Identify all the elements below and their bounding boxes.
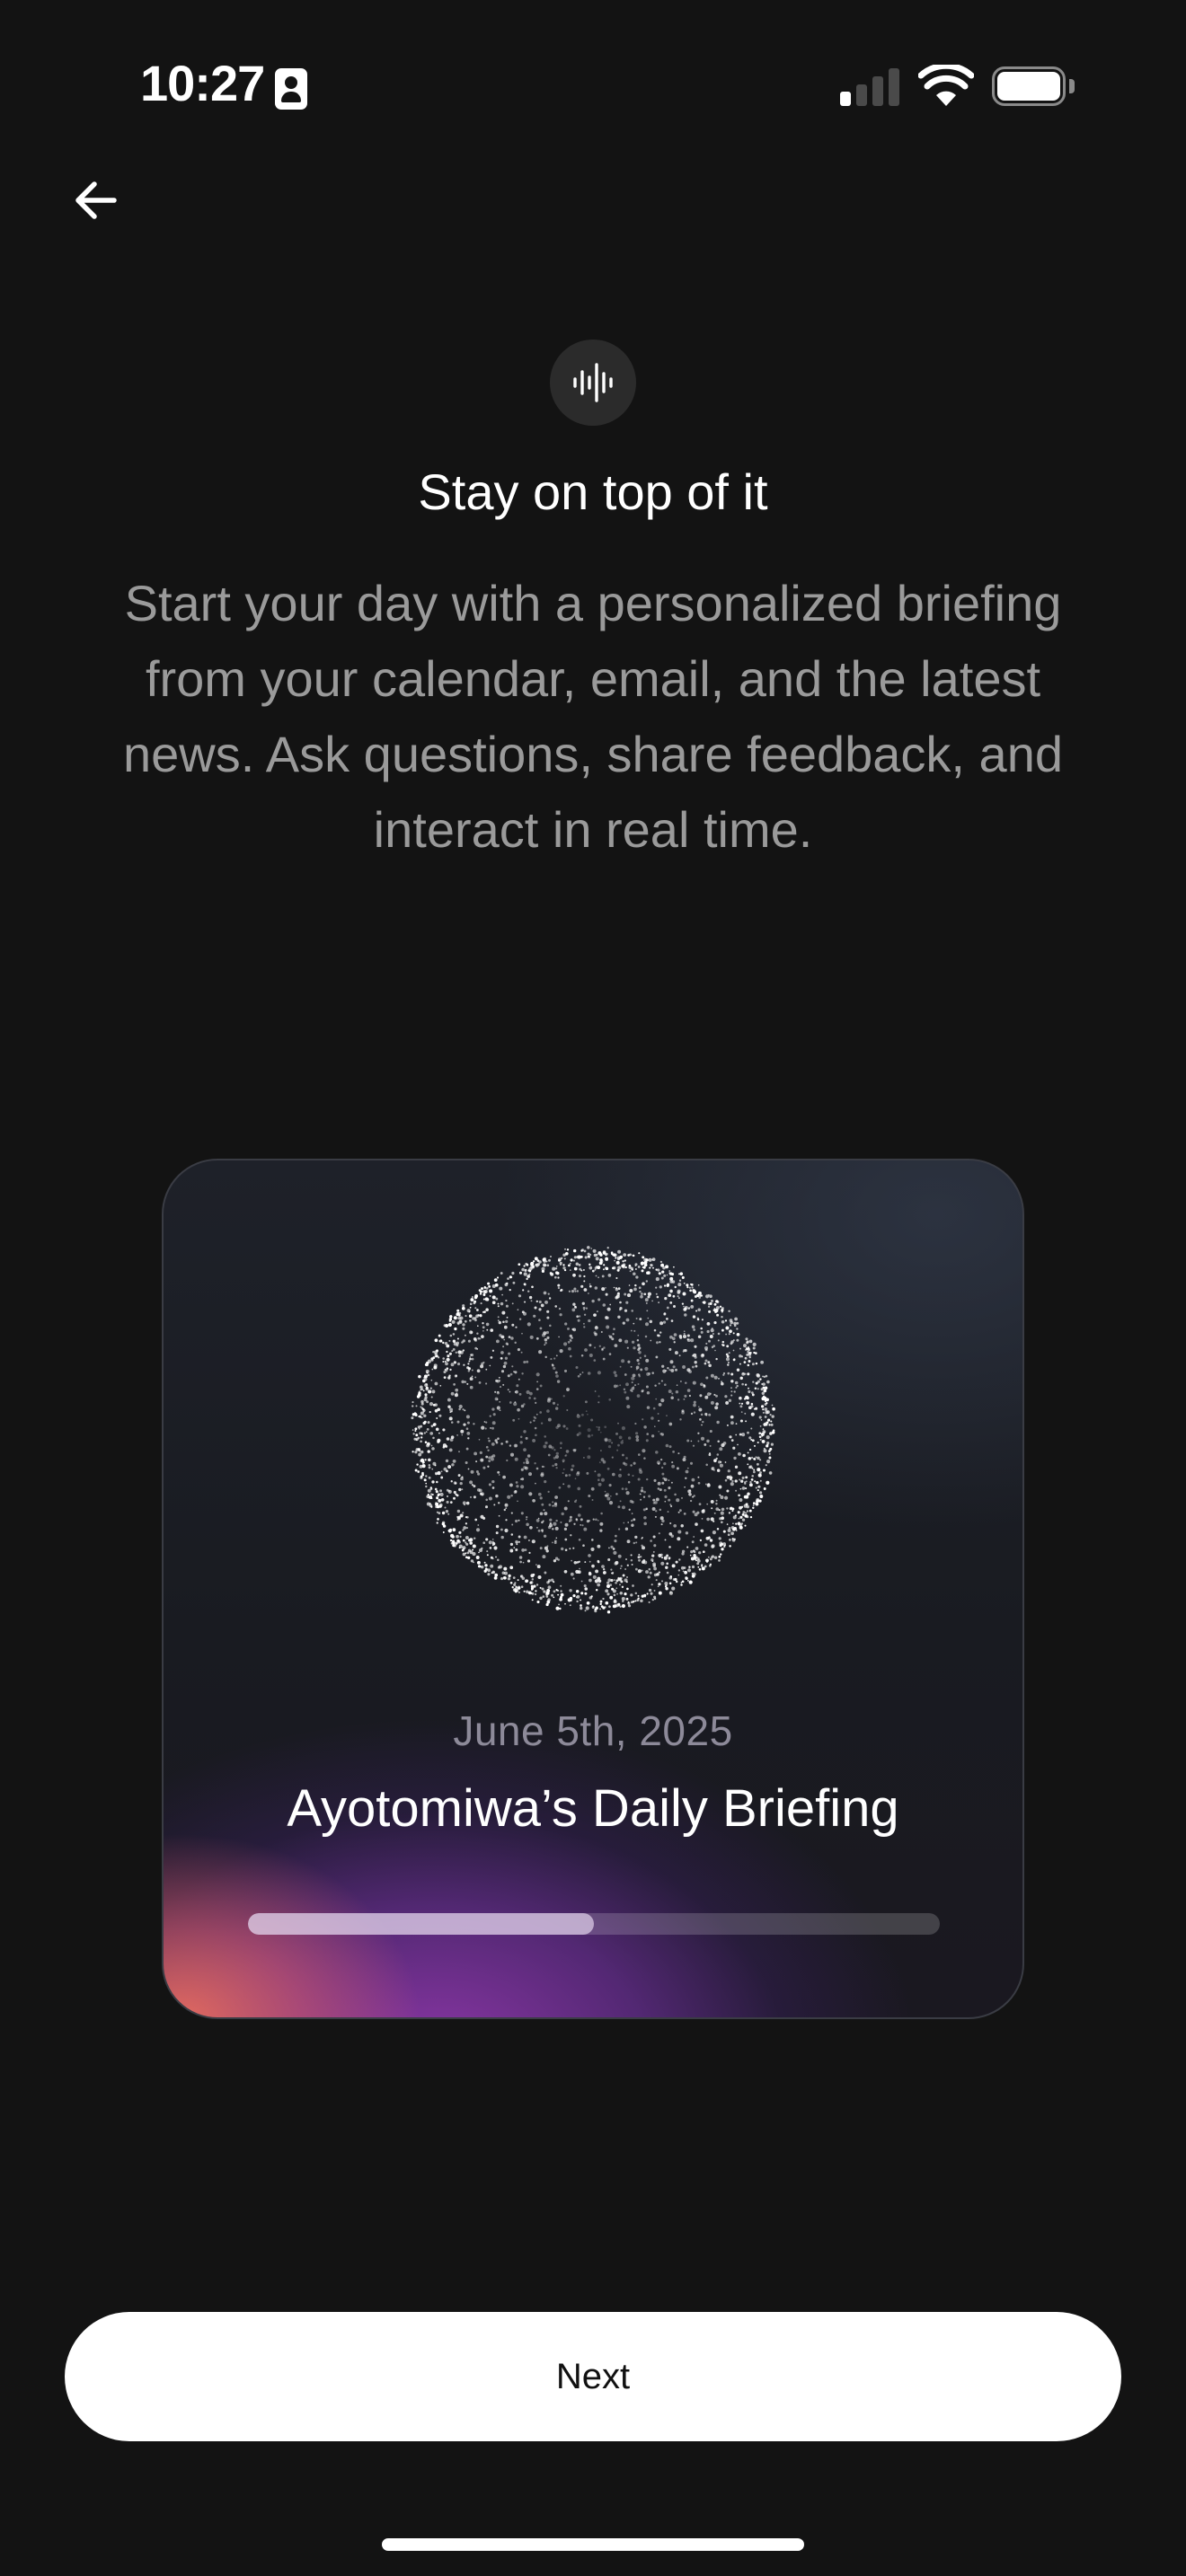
briefing-date: June 5th, 2025 xyxy=(453,1707,733,1754)
status-time: 10:27 xyxy=(140,55,265,111)
battery-level-fill xyxy=(997,72,1060,101)
briefing-card: June 5th, 2025 Ayotomiwa’s Daily Briefin… xyxy=(162,1159,1024,2019)
battery-icon xyxy=(992,66,1076,108)
arrow-left-icon xyxy=(75,181,117,219)
status-bar: 10:27 xyxy=(0,0,1186,171)
page-title: Stay on top of it xyxy=(418,463,768,520)
waveform-badge xyxy=(550,340,636,426)
back-button[interactable] xyxy=(65,169,128,232)
particle-sphere-visual xyxy=(411,1246,775,1614)
audio-waveform-icon xyxy=(573,363,613,402)
page-description: Start your day with a personalized brief… xyxy=(123,575,1063,858)
contact-card-icon xyxy=(275,68,307,110)
wifi-icon xyxy=(918,65,974,106)
briefing-title: Ayotomiwa’s Daily Briefing xyxy=(287,1779,899,1838)
cellular-signal-icon xyxy=(840,66,899,106)
next-button[interactable]: Next xyxy=(65,2312,1121,2441)
briefing-progress-fill xyxy=(248,1913,594,1935)
home-indicator xyxy=(382,2538,804,2551)
briefing-progress-bar[interactable] xyxy=(248,1913,940,1935)
